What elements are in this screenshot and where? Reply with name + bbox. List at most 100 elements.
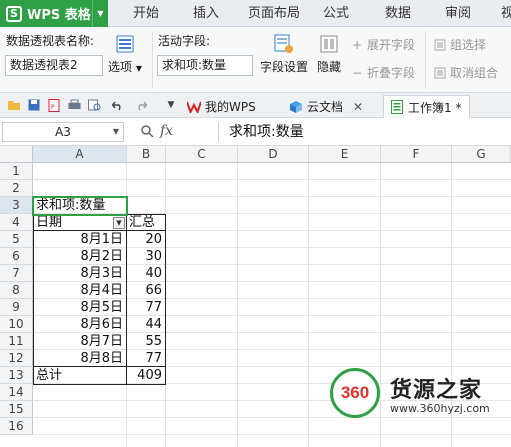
watermark-logo: 360 — [330, 368, 380, 418]
options-button[interactable]: 选项 ▼ — [106, 33, 144, 75]
value-cell[interactable]: 77 — [127, 299, 165, 316]
value-cell[interactable]: 55 — [127, 333, 165, 350]
column-header[interactable]: D — [238, 146, 309, 163]
row-header[interactable]: 5 — [0, 231, 33, 248]
row-header[interactable]: 1 — [0, 163, 33, 180]
app-title: WPS 表格 — [27, 8, 91, 23]
value-cell[interactable]: 30 — [127, 248, 165, 265]
minus-icon: − — [351, 65, 363, 80]
value-cell[interactable]: 77 — [127, 350, 165, 367]
date-cell[interactable]: 8月6日 — [33, 316, 126, 333]
search-icon[interactable] — [140, 124, 154, 138]
export-pdf-icon[interactable]: P — [46, 97, 62, 113]
date-cell[interactable]: 8月7日 — [33, 333, 126, 350]
open-folder-icon[interactable] — [6, 97, 22, 113]
pivot-name-input[interactable]: 数据透视表2 — [5, 55, 103, 76]
date-cell[interactable]: 8月1日 — [33, 231, 126, 248]
app-menu-button[interactable]: S WPS 表格 ▼ — [0, 0, 108, 27]
row-header[interactable]: 7 — [0, 265, 33, 282]
hide-icon — [318, 33, 340, 55]
menu-data[interactable]: 数据 — [385, 0, 411, 27]
name-box[interactable]: A3 ▼ — [2, 122, 124, 142]
hide-label: 隐藏 — [316, 60, 341, 74]
wps-logo-icon: S — [6, 5, 22, 22]
chevron-down-icon[interactable]: ▼ — [92, 0, 108, 27]
undo-icon[interactable] — [110, 97, 126, 113]
close-icon[interactable]: ✕ — [353, 100, 363, 114]
wps-w-icon — [187, 100, 201, 114]
column-header[interactable]: F — [381, 146, 452, 163]
watermark: 360 货源之家 www.360hyzj.com — [330, 368, 511, 434]
column-header[interactable]: E — [309, 146, 381, 163]
value-cell[interactable]: 66 — [127, 282, 165, 299]
value-cell[interactable]: 44 — [127, 316, 165, 333]
ribbon-separator — [425, 31, 426, 89]
date-cell[interactable]: 8月5日 — [33, 299, 126, 316]
gridline — [33, 434, 511, 435]
quick-access-dropdown-icon[interactable]: ▼ — [163, 97, 179, 113]
formula-bar: A3 ▼ fx 求和项:数量 — [0, 118, 511, 146]
column-header[interactable]: G — [452, 146, 511, 163]
column-header[interactable]: B — [127, 146, 166, 163]
row-header[interactable]: 4 — [0, 214, 33, 231]
menu-view[interactable]: 视 — [501, 0, 511, 27]
select-all-corner[interactable] — [0, 146, 33, 163]
menu-bar: S WPS 表格 ▼ 开始 插入 页面布局 公式 数据 审阅 视 — [0, 0, 511, 27]
ungroup-button[interactable]: 取消组合 — [433, 64, 498, 81]
total-label-cell[interactable]: 总计 — [34, 367, 126, 384]
row-header[interactable]: 11 — [0, 333, 33, 350]
hide-button[interactable]: 隐藏 — [313, 33, 345, 75]
group-icon — [433, 38, 447, 52]
chevron-down-icon[interactable]: ▼ — [113, 123, 119, 141]
column-header[interactable]: A — [33, 146, 127, 163]
date-cell[interactable]: 8月3日 — [33, 265, 126, 282]
print-icon[interactable] — [66, 97, 82, 113]
date-cell[interactable]: 8月2日 — [33, 248, 126, 265]
row-header[interactable]: 15 — [0, 401, 33, 418]
watermark-url: www.360hyzj.com — [390, 402, 490, 415]
formula-input[interactable]: 求和项:数量 — [229, 122, 304, 142]
row-header[interactable]: 2 — [0, 180, 33, 197]
menu-review[interactable]: 审阅 — [445, 0, 471, 27]
row-header[interactable]: 14 — [0, 384, 33, 401]
active-cell-selection — [32, 196, 128, 216]
row-header[interactable]: 9 — [0, 299, 33, 316]
collapse-field-button[interactable]: − 折叠字段 — [350, 64, 415, 81]
group-select-button[interactable]: 组选择 — [433, 36, 486, 53]
row-header[interactable]: 6 — [0, 248, 33, 265]
row-header[interactable]: 16 — [0, 418, 33, 435]
tab-cloud-docs-label: 云文档 — [307, 100, 344, 114]
row-header[interactable]: 12 — [0, 350, 33, 367]
date-cell[interactable]: 8月8日 — [33, 350, 126, 367]
ribbon-separator — [152, 31, 153, 89]
value-cell[interactable]: 40 — [127, 265, 165, 282]
total-value-cell[interactable]: 409 — [127, 367, 165, 384]
date-cell[interactable]: 8月4日 — [33, 282, 126, 299]
pivot-row-label-cell[interactable]: 日期 — [34, 214, 114, 231]
tab-my-wps[interactable]: 我的WPS — [187, 95, 256, 118]
ungroup-label: 取消组合 — [450, 66, 499, 80]
menu-formulas[interactable]: 公式 — [323, 0, 349, 27]
row-header[interactable]: 8 — [0, 282, 33, 299]
column-header[interactable]: C — [166, 146, 238, 163]
menu-page-layout[interactable]: 页面布局 — [248, 0, 300, 27]
row-header[interactable]: 13 — [0, 367, 33, 384]
fx-button[interactable]: fx — [160, 123, 173, 139]
expand-field-button[interactable]: + 展开字段 — [350, 36, 415, 53]
redo-icon[interactable] — [133, 97, 149, 113]
tab-workbook[interactable]: 工作簿1 * — [383, 95, 471, 118]
menu-home[interactable]: 开始 — [133, 0, 159, 27]
row-header[interactable]: 10 — [0, 316, 33, 333]
ungroup-icon — [433, 66, 447, 80]
field-settings-button[interactable]: 字段设置 — [258, 33, 310, 75]
save-icon[interactable] — [26, 97, 42, 113]
gridline — [33, 179, 511, 180]
print-preview-icon[interactable] — [86, 97, 102, 113]
active-field-input[interactable]: 求和项:数量 — [157, 55, 253, 76]
pivot-sum-label-cell[interactable]: 汇总 — [127, 214, 165, 231]
menu-insert[interactable]: 插入 — [193, 0, 219, 27]
row-header[interactable]: 3 — [0, 197, 33, 214]
filter-dropdown-icon[interactable]: ▼ — [113, 217, 125, 229]
tab-cloud-docs[interactable]: 云文档 ✕ — [289, 95, 363, 118]
value-cell[interactable]: 20 — [127, 231, 165, 248]
